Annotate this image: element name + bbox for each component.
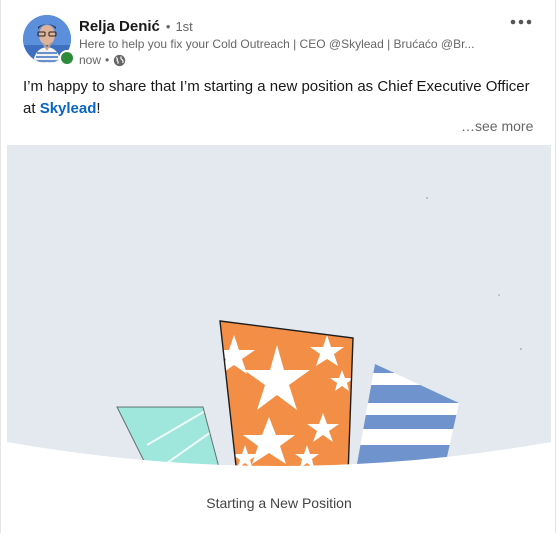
feed-post-card: Relja Denić • 1st Here to help you fix y… xyxy=(0,0,556,533)
post-text-end: ! xyxy=(96,100,101,117)
confetti-dot xyxy=(426,197,428,199)
see-more-button[interactable]: …see more xyxy=(461,118,533,134)
confetti-dot xyxy=(520,348,522,350)
author-headline[interactable]: Here to help you fix your Cold Outreach … xyxy=(79,37,499,51)
name-separator: • xyxy=(165,18,171,34)
orange-gift-box xyxy=(220,321,353,475)
post-meta: now • xyxy=(79,53,126,67)
author-name-row: Relja Denić • 1st xyxy=(79,16,193,36)
connection-degree: 1st xyxy=(175,18,193,34)
online-status-indicator xyxy=(59,50,75,66)
post-timestamp: now xyxy=(79,53,102,67)
more-options-button[interactable] xyxy=(507,12,535,32)
company-mention-link[interactable]: Skylead xyxy=(40,100,97,117)
confetti-dot xyxy=(498,294,500,296)
new-position-illustration xyxy=(7,197,551,533)
post-media-image[interactable] xyxy=(7,145,551,533)
post-body-text: I’m happy to share that I’m starting a n… xyxy=(23,76,543,120)
globe-icon xyxy=(114,54,126,66)
post-header: Relja Denić • 1st Here to help you fix y… xyxy=(1,0,555,70)
media-caption-title: Starting a New Position xyxy=(206,495,352,511)
meta-separator: • xyxy=(105,53,110,67)
author-name[interactable]: Relja Denić xyxy=(79,18,160,35)
more-horizontal-icon xyxy=(510,19,532,25)
